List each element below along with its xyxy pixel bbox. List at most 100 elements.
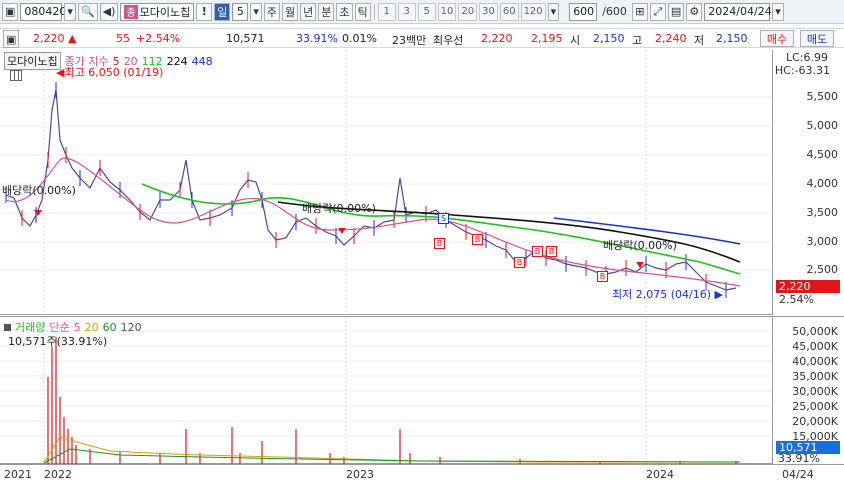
count-total: /600 <box>602 5 627 18</box>
legend-vol-ma-20: 20 <box>84 320 99 334</box>
ask-price: 2,220 <box>481 32 513 45</box>
grid-icon[interactable]: ⊞ <box>631 2 648 21</box>
buy-signal-mark[interactable]: B <box>472 234 483 245</box>
volume-note: 10,571주(33.91%) <box>8 335 108 348</box>
sell-signal-mark[interactable]: S <box>438 213 449 224</box>
volume-ma-20-line <box>43 436 740 464</box>
dividend-note-2: 배당락(0.00%) <box>302 202 376 215</box>
count-value: 600 <box>573 5 595 18</box>
open-label: 시 <box>570 34 581 47</box>
calendar-icon[interactable]: ▾ <box>772 2 784 21</box>
buy-signal-mark[interactable]: B <box>532 246 543 257</box>
period-value: 5 <box>236 5 244 18</box>
period-tick-button[interactable]: 틱 <box>354 2 371 21</box>
high-note: 최고 6,050 (01/19) <box>64 66 164 79</box>
low-note: 최저 2,075 (04/16) <box>612 288 712 301</box>
legend-ma-224: 224 <box>166 54 188 68</box>
legend-ma-448: 448 <box>191 54 213 68</box>
bid-price: 2,195 <box>531 32 563 45</box>
legend-square-icon <box>4 323 11 331</box>
legend-stock-label[interactable]: 모다이노칩 <box>4 52 61 70</box>
sound-icon[interactable]: ◀) <box>99 2 119 21</box>
interval-1-button[interactable]: 1 <box>377 2 396 21</box>
buy-signal-mark[interactable]: B <box>546 246 557 257</box>
volume-tick: 40,000K <box>792 355 838 368</box>
gear-icon[interactable]: ⚙ <box>686 2 703 21</box>
interval-10-button[interactable]: 10 <box>437 2 457 21</box>
interval-20-button[interactable]: 20 <box>458 2 478 21</box>
volume-tick: 30,000K <box>792 385 838 398</box>
price-tick: 4,500 <box>806 148 839 161</box>
volume-chart-panel: 거래량 단순 5 20 60 120 10,571주(33.91%) 50,00… <box>0 316 844 465</box>
buy-signal-mark[interactable]: B <box>597 271 608 282</box>
current-price: 2,220 <box>33 32 65 45</box>
count-input[interactable]: 600 <box>569 2 598 21</box>
low-arrow-icon: ▶ <box>711 288 723 301</box>
period-second-button[interactable]: 초 <box>336 2 353 21</box>
separator <box>373 3 375 20</box>
date-input[interactable]: 2024/04/24 <box>704 2 772 21</box>
time-axis[interactable]: 2021 2022 2023 2024 04/24 <box>0 464 844 488</box>
year-label: 2021 <box>4 468 32 481</box>
toolbar: ▣ 080420 ▾ 🔍 ◀) 종 모다이노칩 ! 일 5 ▾ 주 월 년 분 … <box>0 0 844 24</box>
buy-signal-mark[interactable]: B <box>514 257 525 268</box>
period-value-input[interactable]: 5 <box>232 2 249 21</box>
stock-code-input[interactable]: 080420 <box>20 2 66 21</box>
alert-button[interactable]: ! <box>196 2 213 21</box>
table-icon[interactable] <box>10 70 22 81</box>
year-label: 2023 <box>346 468 374 481</box>
volume-axis[interactable]: 50,000K 45,000K 40,000K 35,000K 30,000K … <box>772 317 844 465</box>
volume-tick: 20,000K <box>792 415 838 428</box>
ma-20-line <box>5 157 741 287</box>
high-label: 고 <box>632 34 643 47</box>
last-date-label: 04/24 <box>782 468 814 481</box>
volume-tick: 35,000K <box>792 370 838 383</box>
current-pct-label: 2.54% <box>779 293 814 306</box>
interval-3-button[interactable]: 3 <box>397 2 416 21</box>
high-price: 2,240 <box>655 32 687 45</box>
direction-icon: ▲ <box>68 32 77 45</box>
buy-button[interactable]: 매수 <box>760 30 794 47</box>
interval-120-button[interactable]: 120 <box>520 2 546 21</box>
price-tick: 3,500 <box>806 206 839 219</box>
window-icon[interactable]: ▣ <box>2 2 19 21</box>
period-day-button[interactable]: 일 <box>214 2 231 21</box>
volume-tick: 25,000K <box>792 400 838 413</box>
volume-tick: 50,000K <box>792 325 838 338</box>
dividend-arrow-icon <box>338 228 346 234</box>
period-year-button[interactable]: 년 <box>300 2 317 21</box>
price-change: 55 <box>116 32 130 45</box>
interval-5-button[interactable]: 5 <box>417 2 436 21</box>
interval-dropdown-icon[interactable]: ▾ <box>547 2 560 21</box>
price-strip: ▣ 2,220 ▲ 55 +2.54% 10,571 33.91% 0.01% … <box>0 28 844 48</box>
price-tick: 2,500 <box>806 263 839 276</box>
price-change-pct: +2.54% <box>136 32 181 45</box>
volume-chart-plot[interactable] <box>0 317 772 465</box>
price-chart-panel: 모다이노칩 종가 지수 5 20 112 224 448 ◀최고 6,050 (… <box>0 50 844 315</box>
sell-button[interactable]: 매도 <box>800 30 834 47</box>
volume: 10,571 <box>226 32 265 45</box>
compare-icon[interactable]: ⤢ <box>649 2 666 21</box>
dividend-note-1: 배당락(0.00%) <box>2 184 76 197</box>
period-dropdown-icon[interactable]: ▾ <box>250 2 262 21</box>
bid-label: 최우선 <box>433 34 464 47</box>
period-minute-button[interactable]: 분 <box>318 2 335 21</box>
save-icon[interactable]: ▤ <box>667 2 685 21</box>
year-label: 2024 <box>646 468 674 481</box>
period-week-button[interactable]: 주 <box>263 2 280 21</box>
price-chart-plot[interactable] <box>0 50 772 315</box>
dropdown-arrow-icon[interactable]: ▾ <box>64 2 76 21</box>
price-tick: 5,000 <box>806 119 839 132</box>
legend-vol-ma-5: 5 <box>73 320 81 334</box>
strip-menu-icon[interactable]: ▣ <box>3 30 20 48</box>
stock-name-box[interactable]: 종 모다이노칩 <box>120 2 195 21</box>
open-price: 2,150 <box>593 32 625 45</box>
buy-signal-mark[interactable]: B <box>434 238 445 249</box>
period-month-button[interactable]: 월 <box>282 2 299 21</box>
price-axis[interactable]: LC:6.99 HC:-63.31 5,500 5,000 4,500 4,00… <box>772 50 844 315</box>
legend-vol-ma-120: 120 <box>120 320 142 334</box>
interval-60-button[interactable]: 60 <box>499 2 519 21</box>
interval-30-button[interactable]: 30 <box>479 2 498 21</box>
low-price: 2,150 <box>716 32 748 45</box>
search-icon[interactable]: 🔍 <box>77 2 98 21</box>
